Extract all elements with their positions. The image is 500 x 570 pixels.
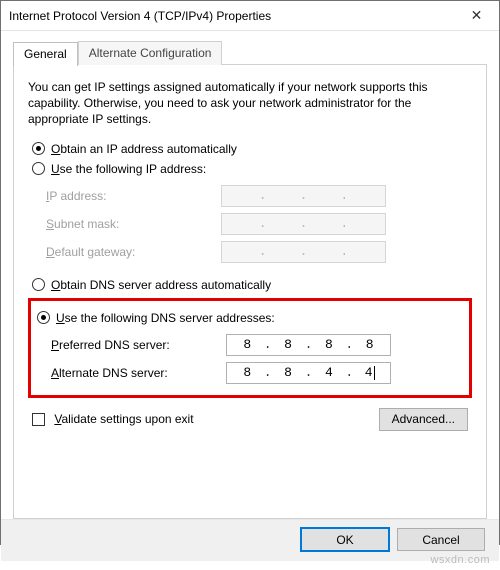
radio-icon [32,162,45,175]
input-alternate-dns[interactable]: 8. 8. 4. 4 [226,362,391,384]
row-alternate-dns: Alternate DNS server: 8. 8. 4. 4 [51,359,461,387]
label-preferred-dns: Preferred DNS server: [51,338,226,352]
radio-ip-auto[interactable]: Obtain an IP address automatically [32,142,472,156]
label-alternate-dns: Alternate DNS server: [51,366,226,380]
label-gateway: Default gateway: [46,245,221,259]
tab-general-label: General [24,47,67,61]
close-button[interactable]: ✕ [454,1,499,31]
bottom-row: Validate settings upon exit Advanced... [32,408,468,431]
close-icon: ✕ [471,7,483,24]
window-title: Internet Protocol Version 4 (TCP/IPv4) P… [9,9,454,23]
tab-alternate[interactable]: Alternate Configuration [78,41,223,65]
cancel-button-label: Cancel [422,533,459,547]
input-subnet: ... [221,213,386,235]
tab-general[interactable]: General [13,42,78,66]
radio-icon [32,278,45,291]
dialog-window: Internet Protocol Version 4 (TCP/IPv4) P… [0,0,500,545]
radio-ip-manual[interactable]: Use the following IP address: [32,162,472,176]
radio-icon [32,142,45,155]
validate-label: Validate settings upon exit [54,412,193,426]
intro-text: You can get IP settings assigned automat… [28,79,472,128]
titlebar[interactable]: Internet Protocol Version 4 (TCP/IPv4) P… [1,1,499,31]
row-preferred-dns: Preferred DNS server: 8. 8. 8. 8 [51,331,461,359]
highlight-box: Use the following DNS server addresses: … [28,298,472,398]
tab-alternate-label: Alternate Configuration [89,46,212,60]
advanced-button-label: Advanced... [392,412,455,426]
radio-dns-auto-label: Obtain DNS server address automatically [51,278,271,292]
input-gateway: ... [221,241,386,263]
input-ip-address: ... [221,185,386,207]
label-ip-address: IP address: [46,189,221,203]
validate-checkbox-row[interactable]: Validate settings upon exit [32,412,194,426]
input-preferred-dns[interactable]: 8. 8. 8. 8 [226,334,391,356]
ok-button-label: OK [336,533,353,547]
row-gateway: Default gateway: ... [46,238,466,266]
radio-icon [37,311,50,324]
ok-button[interactable]: OK [301,528,389,551]
dns-fields: Preferred DNS server: 8. 8. 8. 8 Alterna… [51,331,461,387]
radio-ip-auto-label: Obtain an IP address automatically [51,142,237,156]
dialog-button-bar: OK Cancel [1,519,499,561]
watermark: wsxdn.com [430,554,490,566]
checkbox-icon [32,413,45,426]
advanced-button[interactable]: Advanced... [379,408,468,431]
tabstrip: General Alternate Configuration [13,41,487,65]
tabpanel-general: You can get IP settings assigned automat… [13,64,487,519]
radio-dns-manual[interactable]: Use the following DNS server addresses: [37,311,467,325]
row-subnet: Subnet mask: ... [46,210,466,238]
ip-fields: IP address: ... Subnet mask: ... Default… [46,182,466,266]
content-area: General Alternate Configuration You can … [1,31,499,519]
radio-ip-manual-label: Use the following IP address: [51,162,206,176]
radio-dns-auto[interactable]: Obtain DNS server address automatically [32,278,472,292]
cancel-button[interactable]: Cancel [397,528,485,551]
row-ip-address: IP address: ... [46,182,466,210]
radio-dns-manual-label: Use the following DNS server addresses: [56,311,275,325]
text-cursor [374,366,375,380]
label-subnet: Subnet mask: [46,217,221,231]
